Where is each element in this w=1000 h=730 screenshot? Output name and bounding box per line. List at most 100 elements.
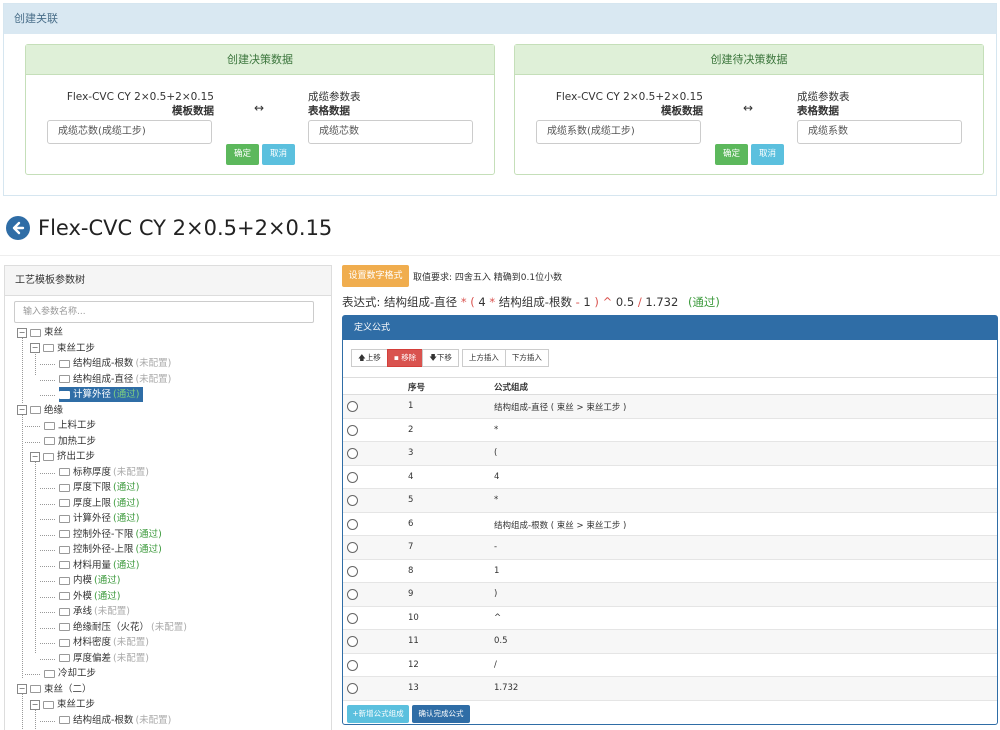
tree-node[interactable]: − 束丝工步: [30, 341, 95, 356]
collapse-toggle-icon[interactable]: −: [17, 405, 27, 415]
table-param-input[interactable]: 成缆系数: [797, 120, 962, 144]
folder-icon: [44, 669, 55, 678]
panel-title: 创建决策数据: [26, 45, 494, 75]
tree-node[interactable]: 上料工步: [44, 418, 96, 433]
template-label: Flex-CVC CY 2×0.5+2×0.15 模板数据: [556, 90, 703, 118]
tree-guide-line: [40, 395, 55, 396]
folder-icon: [59, 375, 70, 383]
folder-icon: [59, 483, 70, 492]
tree-search-input[interactable]: 输入参数名称...: [14, 301, 314, 323]
tree-node[interactable]: − 绝缘: [17, 403, 63, 418]
table-row[interactable]: 7-: [343, 536, 997, 560]
collapse-toggle-icon[interactable]: −: [17, 684, 27, 694]
collapse-toggle-icon[interactable]: −: [17, 327, 27, 338]
link-arrow-icon: ↔: [743, 101, 754, 115]
confirm-button[interactable]: 确定: [226, 144, 259, 165]
tree-node[interactable]: 结构组成-根数 (未配置): [59, 356, 171, 371]
collapse-toggle-icon[interactable]: −: [30, 699, 40, 710]
row-select-radio[interactable]: [347, 565, 358, 577]
table-param-input[interactable]: 成缆芯数: [308, 120, 473, 144]
row-formula-item: *: [494, 495, 499, 505]
tree-node-status: (未配置): [135, 373, 172, 385]
confirm-formula-button[interactable]: 确认完成公式: [412, 705, 470, 723]
tree-node[interactable]: 冷却工步: [44, 666, 96, 681]
table-row[interactable]: 10 ^: [343, 607, 997, 630]
row-select-radio[interactable]: [347, 518, 358, 530]
table-row[interactable]: 9): [343, 583, 997, 607]
collapse-toggle-icon[interactable]: −: [30, 343, 40, 353]
tree-node[interactable]: 计算外径 (通过): [59, 511, 139, 526]
row-select-radio[interactable]: [347, 424, 358, 436]
folder-icon: [59, 545, 70, 554]
row-formula-item: 1.732: [494, 683, 519, 693]
row-number: 2: [408, 424, 414, 435]
tree-node[interactable]: 外模 (通过): [59, 589, 120, 604]
back-arrow-icon[interactable]: [6, 216, 30, 240]
remove-label: 移除: [401, 353, 417, 362]
tree-node[interactable]: − 束丝工步: [30, 697, 95, 712]
cancel-button[interactable]: 取消: [751, 144, 784, 165]
collapse-toggle-icon[interactable]: −: [30, 451, 40, 462]
expression-value: 4: [478, 295, 486, 309]
row-select-radio[interactable]: [347, 495, 358, 506]
tree-node[interactable]: 计算外径 (通过): [59, 387, 144, 402]
row-select-radio[interactable]: [347, 683, 358, 694]
row-select-radio[interactable]: [347, 448, 358, 459]
tree-node[interactable]: 绝缘耐压（火花） (未配置): [59, 620, 187, 635]
row-select-radio[interactable]: [347, 612, 358, 624]
row-select-radio[interactable]: [347, 542, 358, 553]
cancel-button[interactable]: 取消: [262, 144, 295, 165]
table-row[interactable]: 5 *: [343, 489, 997, 513]
tree-node[interactable]: 结构组成-直径 (未配置): [59, 372, 171, 387]
set-number-format-button[interactable]: 设置数字格式: [342, 265, 409, 287]
tree-node[interactable]: − 束丝（二）: [17, 682, 92, 697]
tree-node[interactable]: 标称厚度 (未配置): [59, 465, 149, 480]
tree-node[interactable]: 内模 (通过): [59, 573, 120, 588]
tree-node[interactable]: 材料密度 (未配置): [59, 635, 149, 650]
tree-node[interactable]: 材料用量 (通过): [59, 558, 139, 573]
tree-node[interactable]: 厚度下限 (通过): [59, 480, 139, 495]
tree-node-label: 结构组成-根数: [73, 714, 134, 726]
table-row[interactable]: 11 0.5: [343, 630, 997, 654]
remove-button[interactable]: ▪ 移除: [386, 349, 424, 367]
expression: 表达式: 结构组成-直径 * ( 4 * 结构组成-根数 - 1 ) ^ 0.5…: [342, 294, 720, 310]
tree-node[interactable]: 加热工步: [44, 434, 96, 449]
table-row[interactable]: 3(: [343, 442, 997, 466]
move-down-button[interactable]: 🡇下移: [422, 349, 459, 367]
table-row[interactable]: 6 结构组成-根数 ( 束丝 > 束丝工步 ): [343, 513, 997, 536]
tree-guide-line: [40, 488, 55, 489]
table-row[interactable]: 13 1.732: [343, 677, 997, 701]
tree-node[interactable]: 承线 (未配置): [59, 604, 130, 619]
tree-node[interactable]: 厚度上限 (通过): [59, 496, 139, 511]
row-select-radio[interactable]: [347, 636, 358, 647]
table-row[interactable]: 81: [343, 560, 997, 583]
tree-node[interactable]: 结构组成-根数 (未配置): [59, 713, 171, 728]
move-up-button[interactable]: 🡅上移: [351, 349, 388, 367]
table-row[interactable]: 44: [343, 466, 997, 489]
row-select-radio[interactable]: [347, 589, 358, 600]
tree-node[interactable]: − 挤出工步: [30, 449, 95, 464]
add-formula-item-button[interactable]: +新增公式组成: [347, 705, 409, 723]
tree-node[interactable]: 厚度偏差 (未配置): [59, 651, 149, 666]
expression-operator: *: [489, 295, 496, 309]
table-row[interactable]: 1 结构组成-直径 ( 束丝 > 束丝工步 ): [343, 395, 997, 419]
table-row[interactable]: 2 *: [343, 419, 997, 442]
tree-node[interactable]: − 束丝: [17, 325, 63, 340]
insert-above-button[interactable]: 上方插入: [461, 349, 506, 367]
row-formula-item: /: [494, 659, 497, 670]
tree-guide-line: [40, 472, 55, 474]
row-formula-item: *: [494, 424, 499, 435]
tree-guide-line: [40, 581, 55, 582]
confirm-button[interactable]: 确定: [715, 144, 748, 165]
row-select-radio[interactable]: [347, 401, 358, 412]
tree-node[interactable]: 控制外径-下限 (通过): [59, 527, 162, 542]
tree-node[interactable]: 控制外径-上限 (通过): [59, 542, 162, 557]
row-select-radio[interactable]: [347, 471, 358, 483]
template-param-input[interactable]: 成缆芯数(成缆工步): [47, 120, 212, 144]
insert-below-button[interactable]: 下方插入: [504, 349, 549, 367]
row-select-radio[interactable]: [347, 659, 358, 671]
tree-guide-line: [40, 519, 55, 520]
tree-node-label: 承线: [73, 606, 93, 617]
table-row[interactable]: 12 /: [343, 654, 997, 677]
template-param-input[interactable]: 成缆系数(成缆工步): [536, 120, 701, 144]
